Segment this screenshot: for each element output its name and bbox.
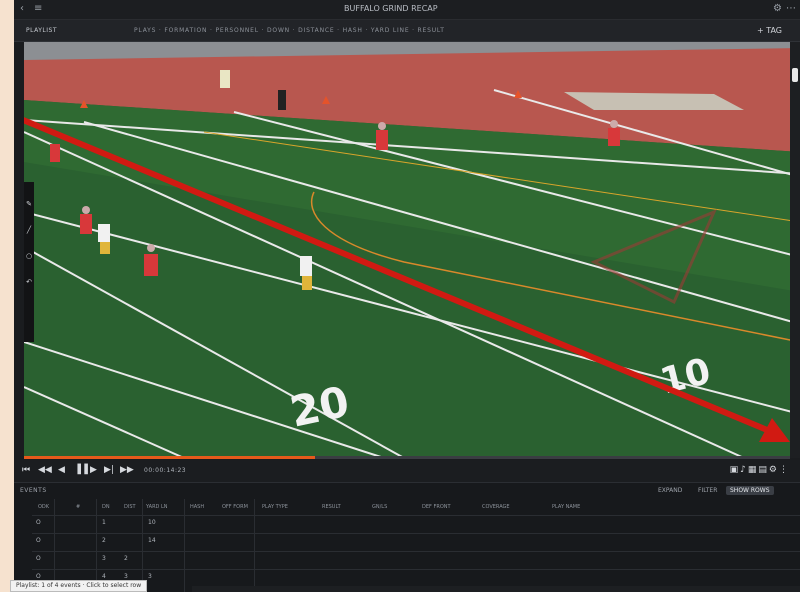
cell-num: 3 — [102, 555, 106, 562]
cell-dn: 2 — [124, 555, 128, 562]
rewind-icon[interactable]: ◀◀ — [38, 465, 52, 475]
timecode: 00:00:14:23 — [144, 467, 187, 474]
play-icon[interactable]: ▶ — [90, 465, 97, 475]
cell-dist: 3 — [148, 573, 152, 580]
pen-icon[interactable]: ✎ — [24, 200, 34, 208]
transport-controls: ⏮ ◀◀ ◀ ▐▐ ▶ ▶| ▶▶ 00:00:14:23 ▣♪▦▤⚙⋮ — [14, 460, 800, 482]
playlist-label[interactable]: PLAYLIST — [26, 27, 57, 34]
settings-icon[interactable]: ⚙ — [773, 3, 782, 14]
screen: ‹ ≡ BUFFALO GRIND RECAP ⚙ ⋯ PLAYLIST PLA… — [0, 0, 800, 592]
panel-header: EVENTS EXPAND FILTER SHOW ROWS — [14, 483, 800, 499]
view-options: ▣♪▦▤⚙⋮ — [730, 465, 790, 475]
cell-odk: O — [36, 573, 41, 580]
playback-progress-bar[interactable] — [24, 456, 790, 459]
football-field-frame: 20 10 — [24, 42, 800, 458]
scroll-thumb[interactable] — [792, 68, 798, 82]
pause-icon[interactable]: ▐▐ — [74, 465, 88, 475]
table-row[interactable]: O 2 14 — [32, 533, 800, 547]
camera-icon[interactable]: ▤ — [758, 465, 769, 475]
fast-forward-icon[interactable]: ▶▶ — [120, 465, 134, 475]
back-icon[interactable]: ‹ — [20, 3, 24, 14]
cell-num: 4 — [102, 573, 106, 580]
table-row[interactable]: O 1 10 — [32, 515, 800, 529]
column-breadcrumbs: PLAYS · FORMATION · PERSONNEL · DOWN · D… — [134, 27, 445, 34]
cell-num: 1 — [102, 519, 106, 526]
grid-icon[interactable]: ▦ — [748, 465, 759, 475]
cell-num: 2 — [102, 537, 106, 544]
video-player[interactable]: 20 10 ✎ ╱ ○ ↶ — [24, 42, 800, 458]
col-header[interactable]: DEF FRONT — [422, 499, 451, 515]
add-tag-button[interactable]: + TAG — [757, 26, 782, 35]
cell-dn: 3 — [124, 573, 128, 580]
tab-expand[interactable]: EXPAND — [654, 486, 686, 495]
line-icon[interactable]: ╱ — [24, 226, 34, 234]
title-bar: ‹ ≡ BUFFALO GRIND RECAP ⚙ ⋯ — [14, 0, 800, 20]
step-back-icon[interactable]: ◀ — [58, 465, 65, 475]
col-header[interactable]: RESULT — [322, 499, 341, 515]
settings-icon[interactable]: ⚙ — [769, 465, 779, 475]
skip-start-icon[interactable]: ⏮ — [22, 465, 30, 475]
screen-icon[interactable]: ▣ — [730, 465, 741, 475]
tab-show-rows[interactable]: SHOW ROWS — [726, 486, 774, 495]
cell-dist: 10 — [148, 519, 156, 526]
col-header[interactable]: # — [76, 499, 80, 515]
events-panel: EVENTS EXPAND FILTER SHOW ROWS ODK # DN … — [14, 482, 800, 592]
app-menu-icon[interactable]: ≡ — [34, 3, 42, 14]
status-tooltip: Playlist: 1 of 4 events · Click to selec… — [10, 580, 148, 592]
vertical-scrollbar[interactable] — [790, 42, 800, 458]
more-icon[interactable]: ⋮ — [779, 465, 790, 475]
cell-odk: O — [36, 537, 41, 544]
col-header[interactable]: COVERAGE — [482, 499, 510, 515]
col-header[interactable]: PLAY TYPE — [262, 499, 288, 515]
referee — [278, 90, 286, 110]
table-row[interactable]: O 4 3 3 — [32, 569, 800, 583]
col-header[interactable]: DIST — [124, 499, 136, 515]
col-header[interactable]: OFF FORM — [222, 499, 248, 515]
events-table: ODK # DN DIST YARD LN HASH OFF FORM PLAY… — [32, 499, 800, 592]
circle-icon[interactable]: ○ — [24, 252, 34, 260]
col-header[interactable]: YARD LN — [146, 499, 168, 515]
horizontal-scrollbar[interactable] — [192, 586, 800, 592]
col-header[interactable]: PLAY NAME — [552, 499, 580, 515]
window-title: BUFFALO GRIND RECAP — [344, 4, 438, 13]
step-forward-icon[interactable]: ▶| — [104, 465, 114, 475]
tab-filter[interactable]: FILTER — [694, 486, 721, 495]
drawing-tools-strip: ✎ ╱ ○ ↶ — [24, 182, 34, 342]
col-header[interactable]: ODK — [38, 499, 49, 515]
audio-icon[interactable]: ♪ — [740, 465, 748, 475]
panel-title: EVENTS — [20, 487, 47, 494]
col-header[interactable]: GN/LS — [372, 499, 387, 515]
progress-fill — [24, 456, 316, 459]
col-header[interactable]: HASH — [190, 499, 204, 515]
cell-odk: O — [36, 519, 41, 526]
cell-dist: 14 — [148, 537, 156, 544]
window-menu-icon[interactable]: ⋯ — [786, 3, 796, 14]
toolbar: PLAYLIST PLAYS · FORMATION · PERSONNEL ·… — [14, 20, 800, 42]
cell-odk: O — [36, 555, 41, 562]
undo-icon[interactable]: ↶ — [24, 278, 34, 286]
table-row[interactable]: O 3 2 — [32, 551, 800, 565]
col-header[interactable]: DN — [102, 499, 110, 515]
video-analysis-app: ‹ ≡ BUFFALO GRIND RECAP ⚙ ⋯ PLAYLIST PLA… — [14, 0, 800, 592]
